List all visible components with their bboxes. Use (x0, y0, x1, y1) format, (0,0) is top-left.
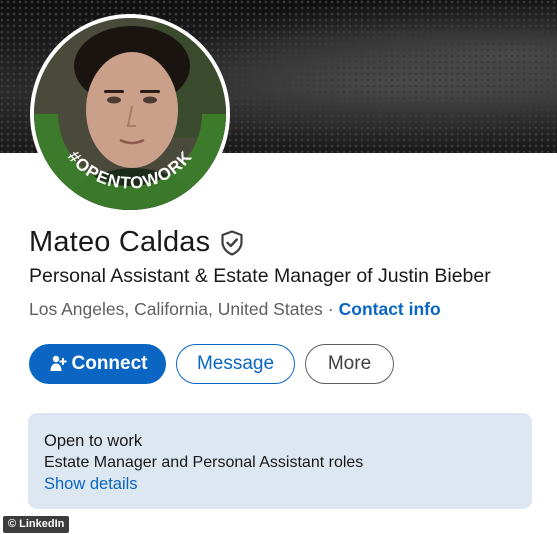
open-to-work-title: Open to work (44, 432, 143, 450)
message-label: Message (196, 353, 275, 374)
more-button[interactable]: More (305, 344, 394, 384)
connect-label: Connect (71, 353, 148, 374)
open-to-work-card: Open to work Estate Manager and Personal… (28, 413, 532, 509)
profile-headline: Personal Assistant & Estate Manager of J… (29, 265, 491, 287)
show-details-link[interactable]: Show details (44, 475, 138, 494)
avatar-portrait: #OPENTOWORK (34, 18, 226, 210)
linkedin-watermark: © LinkedIn (3, 516, 70, 533)
separator-dot: · (327, 299, 334, 319)
add-person-icon (50, 355, 66, 371)
profile-photo-frame[interactable]: #OPENTOWORK (30, 14, 230, 214)
avatar[interactable]: #OPENTOWORK (34, 18, 226, 210)
profile-location: Los Angeles, California, United States (29, 299, 323, 319)
connect-button[interactable]: Connect (29, 344, 166, 384)
contact-info-link[interactable]: Contact info (339, 299, 441, 319)
location-row: Los Angeles, California, United States · C… (29, 299, 441, 320)
shield-check-icon[interactable] (220, 229, 244, 256)
message-button[interactable]: Message (176, 344, 295, 384)
profile-name: Mateo Caldas (29, 226, 211, 258)
open-to-work-roles: Estate Manager and Personal Assistant ro… (44, 454, 364, 471)
more-label: More (327, 353, 372, 374)
name-row: Mateo Caldas (29, 226, 244, 259)
